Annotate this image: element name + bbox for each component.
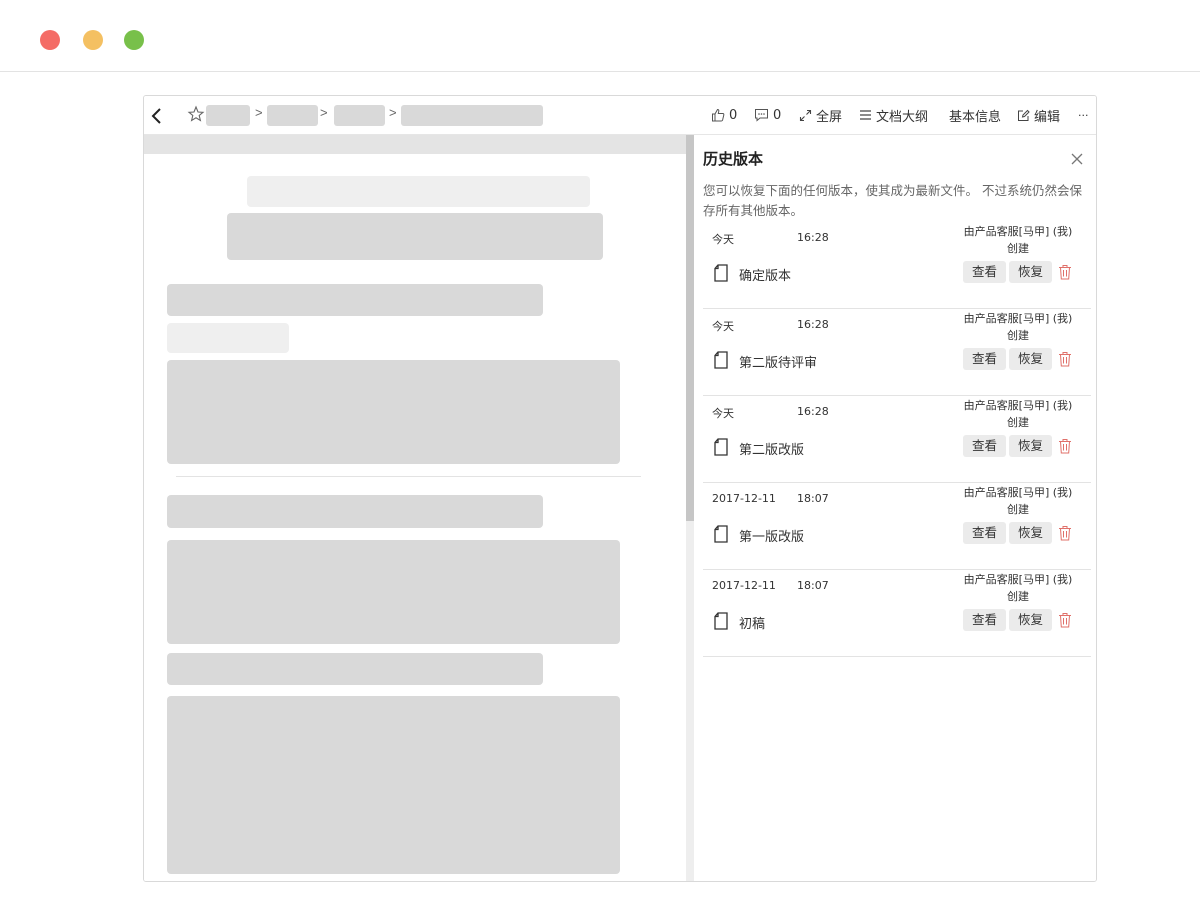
list-icon xyxy=(860,110,871,120)
view-version-button[interactable]: 查看 xyxy=(963,348,1006,370)
fullscreen-label: 全屏 xyxy=(816,109,843,125)
close-window-button[interactable] xyxy=(40,30,60,50)
restore-version-button[interactable]: 恢复 xyxy=(1009,261,1052,283)
paragraph-placeholder xyxy=(167,360,620,464)
version-author: 由产品客服[马甲] (我)创建 xyxy=(963,399,1073,429)
view-version-button[interactable]: 查看 xyxy=(963,522,1006,544)
fullscreen-button[interactable]: 全屏 xyxy=(799,105,842,125)
version-item: 今天 16:28 由产品客服[马甲] (我)创建 确定版本 查看 恢复 xyxy=(703,222,1091,309)
version-author: 由产品客服[马甲] (我)创建 xyxy=(963,573,1073,603)
history-title: 历史版本 xyxy=(703,150,764,168)
restore-version-button[interactable]: 恢复 xyxy=(1009,348,1052,370)
version-time: 16:28 xyxy=(797,231,829,244)
version-date: 2017-12-11 xyxy=(712,579,776,592)
window-titlebar xyxy=(0,0,1200,72)
breadcrumb-item-2[interactable] xyxy=(267,105,318,126)
breadcrumb-separator: > xyxy=(255,105,263,120)
heading-placeholder xyxy=(227,213,603,260)
paragraph-placeholder xyxy=(167,696,620,874)
paragraph-placeholder xyxy=(167,540,620,644)
basic-info-label: 基本信息 xyxy=(949,109,1002,125)
version-author: 由产品客服[马甲] (我)创建 xyxy=(963,225,1073,255)
app-window: > > > 0 0 全屏 文档大纲 基本信息 编辑 ··· 历史版本 您可以恢复… xyxy=(143,95,1097,882)
version-time: 18:07 xyxy=(797,492,829,505)
version-author: 由产品客服[马甲] (我)创建 xyxy=(963,312,1073,342)
history-panel: 历史版本 您可以恢复下面的任何版本，使其成为最新文件。 不过系统仍然会保存所有其… xyxy=(694,135,1096,881)
trash-icon[interactable] xyxy=(1058,612,1072,628)
version-date: 今天 xyxy=(712,233,734,246)
version-author: 由产品客服[马甲] (我)创建 xyxy=(963,486,1073,516)
trash-icon[interactable] xyxy=(1058,438,1072,454)
version-name: 第一版改版 xyxy=(739,530,805,545)
more-menu-button[interactable]: ··· xyxy=(1078,105,1089,125)
version-item: 2017-12-11 18:07 由产品客服[马甲] (我)创建 第一版改版 查… xyxy=(703,483,1091,570)
restore-version-button[interactable]: 恢复 xyxy=(1009,435,1052,457)
version-name: 初稿 xyxy=(739,617,766,632)
restore-version-button[interactable]: 恢复 xyxy=(1009,522,1052,544)
text-placeholder xyxy=(167,284,543,316)
trash-icon[interactable] xyxy=(1058,264,1072,280)
expand-icon xyxy=(799,109,812,121)
version-item: 今天 16:28 由产品客服[马甲] (我)创建 第二版待评审 查看 恢复 xyxy=(703,309,1091,396)
file-icon xyxy=(714,438,728,456)
view-version-button[interactable]: 查看 xyxy=(963,609,1006,631)
edit-icon xyxy=(1018,109,1030,121)
file-icon xyxy=(714,525,728,543)
minimize-window-button[interactable] xyxy=(83,30,103,50)
version-name: 第二版待评审 xyxy=(739,356,818,371)
file-icon xyxy=(714,351,728,369)
restore-version-button[interactable]: 恢复 xyxy=(1009,609,1052,631)
close-icon[interactable] xyxy=(1070,152,1084,166)
file-icon xyxy=(714,612,728,630)
more-icon: ··· xyxy=(1078,108,1089,122)
like-count: 0 xyxy=(729,107,738,123)
version-name: 确定版本 xyxy=(739,269,792,284)
history-description: 您可以恢复下面的任何版本，使其成为最新文件。 不过系统仍然会保存所有其他版本。 xyxy=(703,183,1082,218)
version-date: 今天 xyxy=(712,407,734,420)
breadcrumb-item-3[interactable] xyxy=(334,105,385,126)
view-version-button[interactable]: 查看 xyxy=(963,435,1006,457)
trash-icon[interactable] xyxy=(1058,351,1072,367)
version-name: 第二版改版 xyxy=(739,443,805,458)
thumbs-up-icon xyxy=(712,108,725,122)
breadcrumb-item-1[interactable] xyxy=(206,105,250,126)
comment-icon xyxy=(755,109,768,122)
view-version-button[interactable]: 查看 xyxy=(963,261,1006,283)
comment-count: 0 xyxy=(773,107,782,123)
outline-button[interactable]: 文档大纲 xyxy=(859,105,928,125)
section-divider xyxy=(176,476,641,477)
version-date: 2017-12-11 xyxy=(712,492,776,505)
maximize-window-button[interactable] xyxy=(124,30,144,50)
version-item: 2017-12-11 18:07 由产品客服[马甲] (我)创建 初稿 查看 恢… xyxy=(703,570,1091,657)
title-placeholder xyxy=(247,176,590,207)
chevron-left-icon[interactable] xyxy=(148,106,166,126)
trash-icon[interactable] xyxy=(1058,525,1072,541)
edit-button[interactable]: 编辑 xyxy=(1017,105,1060,125)
basic-info-button[interactable]: 基本信息 xyxy=(949,105,1001,125)
star-icon[interactable] xyxy=(187,105,205,123)
version-item: 今天 16:28 由产品客服[马甲] (我)创建 第二版改版 查看 恢复 xyxy=(703,396,1091,483)
doc-toolbar: > > > 0 0 全屏 文档大纲 基本信息 编辑 ··· xyxy=(144,96,1096,135)
text-placeholder xyxy=(167,653,543,685)
document-header-strip xyxy=(144,135,686,154)
outline-label: 文档大纲 xyxy=(876,109,929,125)
version-time: 16:28 xyxy=(797,318,829,331)
like-button[interactable]: 0 xyxy=(711,105,737,125)
document-scrollbar-thumb[interactable] xyxy=(686,135,694,521)
text-placeholder xyxy=(167,495,543,528)
comment-button[interactable]: 0 xyxy=(754,105,781,125)
breadcrumb-item-4[interactable] xyxy=(401,105,543,126)
version-time: 18:07 xyxy=(797,579,829,592)
version-time: 16:28 xyxy=(797,405,829,418)
document-preview xyxy=(144,135,686,881)
file-icon xyxy=(714,264,728,282)
tag-placeholder xyxy=(167,323,289,353)
breadcrumb-separator: > xyxy=(320,105,328,120)
edit-label: 编辑 xyxy=(1034,109,1061,125)
breadcrumb-separator: > xyxy=(389,105,397,120)
version-date: 今天 xyxy=(712,320,734,333)
